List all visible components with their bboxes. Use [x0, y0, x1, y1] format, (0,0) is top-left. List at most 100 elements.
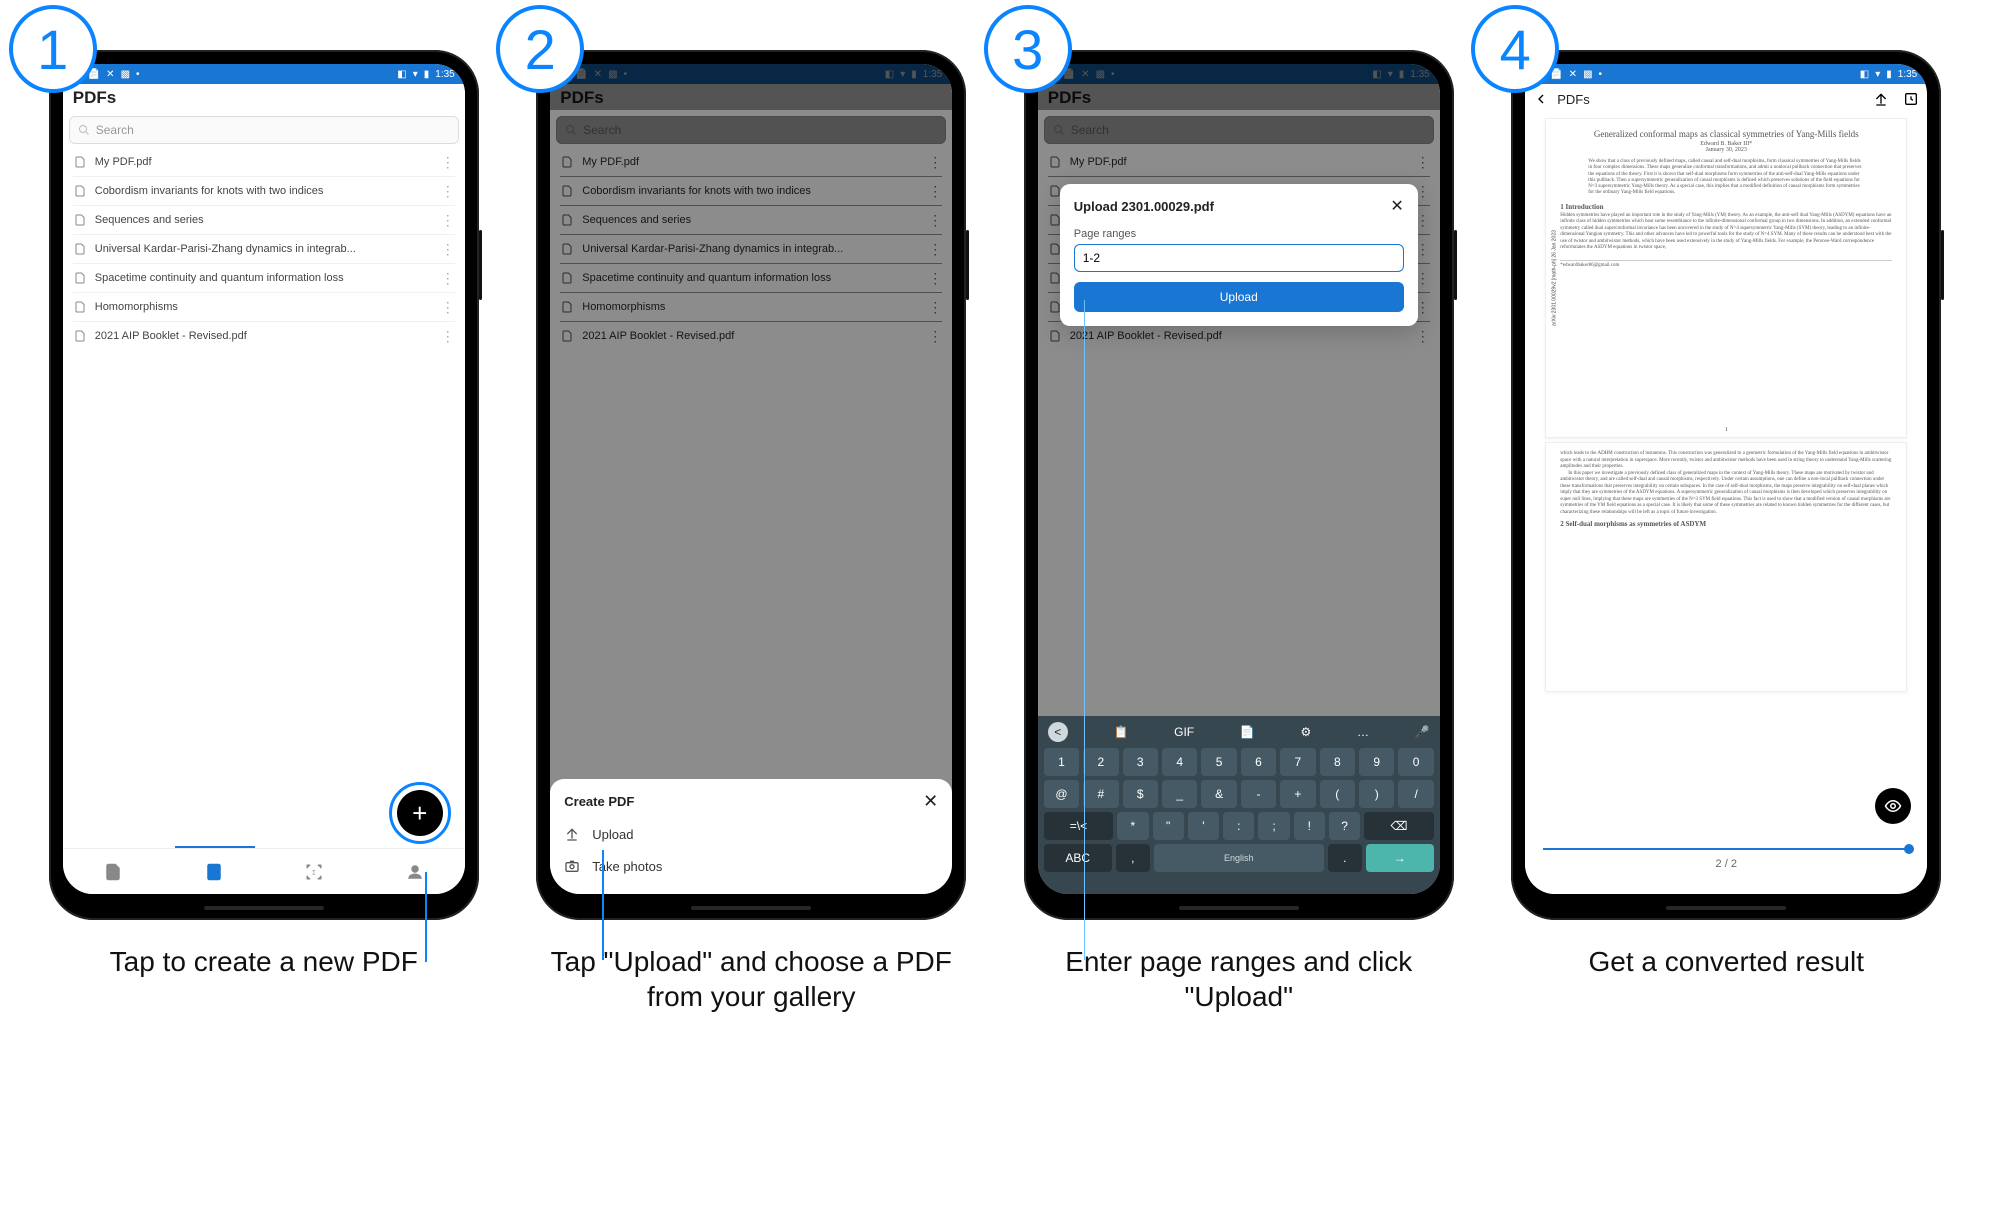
step-3: 3 ⚙📄✕▩• ◧▾▮1:35 PDFs Search My PDF.pdf⋮C… — [1004, 50, 1474, 1014]
key[interactable]: 7 — [1280, 748, 1315, 776]
page-ranges-input[interactable] — [1074, 244, 1404, 272]
close-icon[interactable]: ✕ — [1390, 196, 1403, 216]
pdf-file-icon — [73, 184, 87, 198]
list-item[interactable]: Universal Kardar-Parisi-Zhang dynamics i… — [63, 235, 465, 263]
key[interactable]: 0 — [1398, 748, 1433, 776]
step-badge-1: 1 — [9, 5, 97, 93]
nav-notes-icon[interactable] — [99, 858, 127, 886]
list-item[interactable]: Spacetime continuity and quantum informa… — [63, 264, 465, 292]
key[interactable]: & — [1201, 780, 1236, 808]
key[interactable]: 8 — [1320, 748, 1355, 776]
screen: ⚙📄✕▩• ◧▾▮1:35 PDFs Search My PDF.pdf⋮Cob… — [1038, 64, 1440, 894]
nav-scan-icon[interactable]: Σ — [300, 858, 328, 886]
list-item[interactable]: 2021 AIP Booklet - Revised.pdf⋮ — [63, 322, 465, 350]
key[interactable]: ) — [1359, 780, 1394, 808]
key[interactable]: @ — [1044, 780, 1079, 808]
step-2: 2 ⚙📄✕▩• ◧▾▮1:35 PDFs Search My PDF.pdf⋮C… — [516, 50, 986, 1014]
kb-mic-icon[interactable]: 🎤 — [1415, 725, 1430, 739]
viewer-back-label[interactable]: PDFs — [1557, 92, 1590, 107]
upload-dialog: Upload 2301.00029.pdf ✕ Page ranges Uplo… — [1060, 184, 1418, 326]
key[interactable]: + — [1280, 780, 1315, 808]
key[interactable]: ; — [1258, 812, 1289, 840]
pdf-page-1[interactable]: arXiv:2301.00029v2 [math-ph] 26 Jan 2023… — [1545, 118, 1907, 438]
step-caption: Get a converted result — [1589, 944, 1864, 979]
key[interactable]: : — [1223, 812, 1254, 840]
back-icon[interactable] — [1533, 91, 1549, 107]
page-slider[interactable] — [1543, 848, 1909, 850]
key[interactable]: ' — [1188, 812, 1219, 840]
list-item[interactable]: Cobordism invariants for knots with two … — [63, 177, 465, 205]
key[interactable]: ? — [1329, 812, 1360, 840]
key-go[interactable]: → — [1366, 844, 1434, 872]
callout-line — [425, 872, 427, 962]
paper-date: January 30, 2023 — [1560, 147, 1892, 153]
view-mode-fab[interactable] — [1875, 788, 1911, 824]
paper-title: Generalized conformal maps as classical … — [1560, 129, 1892, 139]
kb-gif-icon[interactable]: GIF — [1174, 725, 1194, 739]
key[interactable]: / — [1398, 780, 1433, 808]
key-symbols[interactable]: =\< — [1044, 812, 1113, 840]
dialog-title: Upload 2301.00029.pdf — [1074, 199, 1214, 214]
list-item-label: Homomorphisms — [95, 301, 433, 313]
statusbar: ⚙📄✕▩• ◧▾▮1:35 — [1525, 64, 1927, 84]
key[interactable]: # — [1083, 780, 1118, 808]
key[interactable]: ( — [1320, 780, 1355, 808]
step-badge-2: 2 — [496, 5, 584, 93]
kb-doc-icon[interactable]: 📄 — [1240, 725, 1255, 739]
share-icon[interactable] — [1873, 91, 1889, 107]
export-icon[interactable] — [1903, 91, 1919, 107]
create-pdf-sheet: Create PDF ✕ Upload Take photos — [550, 779, 952, 894]
search-input[interactable]: Search — [69, 116, 459, 144]
list-item-label: 2021 AIP Booklet - Revised.pdf — [95, 330, 433, 342]
section-1-body: Hidden symmetries have played an importa… — [1560, 213, 1892, 252]
kb-settings-icon[interactable]: ⚙ — [1301, 725, 1312, 739]
key[interactable]: * — [1117, 812, 1148, 840]
pdf-page-2[interactable]: which leads to the ADHM construction of … — [1545, 442, 1907, 692]
page-ranges-label: Page ranges — [1074, 222, 1404, 244]
key[interactable]: 5 — [1201, 748, 1236, 776]
upload-option[interactable]: Upload — [550, 818, 952, 850]
page-title: PDFs — [73, 88, 455, 108]
key[interactable]: 3 — [1123, 748, 1158, 776]
list-item[interactable]: Homomorphisms⋮ — [63, 293, 465, 321]
list-item[interactable]: Sequences and series⋮ — [63, 206, 465, 234]
key[interactable]: " — [1153, 812, 1184, 840]
add-pdf-fab[interactable]: + — [397, 790, 443, 836]
key[interactable]: - — [1241, 780, 1276, 808]
key-period[interactable]: . — [1328, 844, 1362, 872]
upload-button[interactable]: Upload — [1074, 282, 1404, 312]
step-1: 1 ⚙📄✕▩• ◧▾▮1:35 PDFs Search My PDF.pdf⋮C… — [29, 50, 499, 979]
search-placeholder: Search — [96, 123, 134, 137]
section-1-title: 1 Introduction — [1560, 203, 1892, 211]
key-backspace[interactable]: ⌫ — [1364, 812, 1433, 840]
nav-pdf-icon[interactable]: PDF — [200, 858, 228, 886]
sheet-title: Create PDF — [564, 794, 634, 809]
pdf-file-icon — [73, 300, 87, 314]
step-caption: Tap "Upload" and choose a PDF from your … — [541, 944, 961, 1014]
key-abc[interactable]: ABC — [1044, 844, 1112, 872]
list-item-label: Cobordism invariants for knots with two … — [95, 185, 433, 197]
list-item-label: My PDF.pdf — [95, 156, 433, 168]
statusbar: ⚙📄✕▩• ◧▾▮1:35 — [63, 64, 465, 84]
soft-keyboard[interactable]: < 📋 GIF 📄 ⚙ … 🎤 1234567890 @#$_&-+()/ =\… — [1038, 716, 1440, 894]
key[interactable]: 1 — [1044, 748, 1079, 776]
key[interactable]: _ — [1162, 780, 1197, 808]
key[interactable]: $ — [1123, 780, 1158, 808]
key-space[interactable]: English — [1154, 844, 1324, 872]
page2-body: In this paper we investigate a previousl… — [1560, 471, 1892, 517]
key[interactable]: 4 — [1162, 748, 1197, 776]
take-photos-option[interactable]: Take photos — [550, 850, 952, 882]
list-item[interactable]: My PDF.pdf⋮ — [63, 148, 465, 176]
key[interactable]: 2 — [1083, 748, 1118, 776]
svg-text:Σ: Σ — [312, 870, 316, 876]
key-comma[interactable]: , — [1116, 844, 1150, 872]
close-icon[interactable]: ✕ — [923, 791, 938, 812]
kb-collapse-icon[interactable]: < — [1048, 722, 1068, 742]
key[interactable]: ! — [1294, 812, 1325, 840]
key[interactable]: 9 — [1359, 748, 1394, 776]
kb-more-icon[interactable]: … — [1357, 725, 1369, 739]
key[interactable]: 6 — [1241, 748, 1276, 776]
page-indicator: 2 / 2 — [1525, 858, 1927, 870]
kb-clipboard-icon[interactable]: 📋 — [1113, 725, 1128, 739]
step-badge-4: 4 — [1471, 5, 1559, 93]
